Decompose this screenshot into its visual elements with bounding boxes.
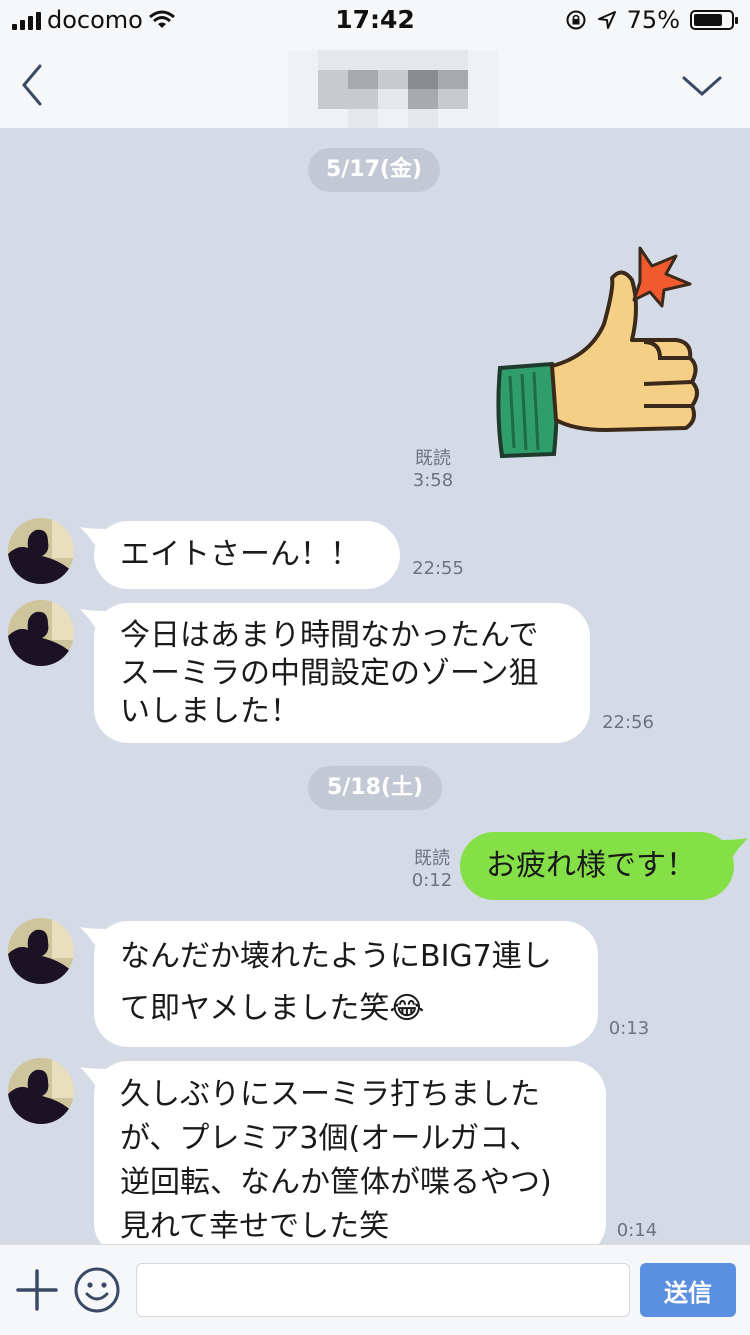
message-line: 見れて幸せでした笑 xyxy=(120,1209,390,1244)
message-input[interactable] xyxy=(136,1263,630,1317)
chat-title-redacted xyxy=(288,50,498,128)
plus-icon xyxy=(16,1269,58,1311)
person-silhouette-icon xyxy=(8,600,74,666)
message-bubble-sent[interactable]: お疲れ様です！ xyxy=(460,832,748,900)
status-bar: docomo 17:42 75% xyxy=(0,0,750,40)
message-meta: 既読 0:12 xyxy=(404,848,460,892)
message-time: 0:13 xyxy=(608,1018,650,1039)
message-line: 今日はあまり時間なかったんで xyxy=(120,618,539,653)
message-line: が、プレミア3個(オールガコ、 xyxy=(120,1121,540,1156)
avatar[interactable] xyxy=(8,600,74,666)
back-button[interactable] xyxy=(14,60,54,110)
laughing-emoji-icon: 😂 xyxy=(389,991,425,1026)
message-line: いしました！ xyxy=(120,694,300,729)
message-text: お疲れ様です！ xyxy=(486,848,696,883)
person-silhouette-icon xyxy=(8,918,74,984)
message-meta: 既読 3:58 xyxy=(404,448,462,492)
chat-header xyxy=(0,40,750,128)
message-time: 0:12 xyxy=(411,870,453,891)
plus-button[interactable] xyxy=(14,1267,60,1313)
message-bubble[interactable]: 久しぶりにスーミラ打ちました が、プレミア3個(オールガコ、 逆回転、なんか筐体… xyxy=(80,1061,606,1257)
chevron-down-icon xyxy=(682,76,722,97)
message-line: なんだか壊れたようにBIG7連し xyxy=(120,939,552,974)
date-separator: 5/17(金) xyxy=(308,148,440,192)
message-line: 久しぶりにスーミラ打ちました xyxy=(120,1077,540,1112)
read-receipt: 既読 xyxy=(415,448,451,469)
person-silhouette-icon xyxy=(8,518,74,584)
message-line: スーミラの中間設定のゾーン狙 xyxy=(120,656,539,691)
avatar[interactable] xyxy=(8,518,74,584)
message-text: エイトさーん！！ xyxy=(120,537,360,572)
message-time: 22:55 xyxy=(412,558,464,579)
chevron-left-icon xyxy=(22,64,42,106)
battery-icon xyxy=(690,10,738,30)
date-separator: 5/18(土) xyxy=(308,766,442,810)
message-time: 0:14 xyxy=(616,1220,658,1241)
message-bubble[interactable]: なんだか壊れたようにBIG7連し て即ヤメしました笑😂 xyxy=(80,921,598,1047)
message-time: 3:58 xyxy=(412,470,454,491)
thumbs-up-sticker[interactable] xyxy=(494,244,704,462)
battery-percent: 75% xyxy=(626,6,680,34)
message-line: 逆回転、なんか筐体が喋るやつ) xyxy=(120,1165,552,1200)
input-bar: 送信 xyxy=(0,1244,750,1335)
person-silhouette-icon xyxy=(8,1058,74,1124)
rotation-lock-icon xyxy=(566,10,586,30)
emoji-icon xyxy=(74,1267,120,1313)
send-button[interactable]: 送信 xyxy=(640,1263,736,1317)
avatar[interactable] xyxy=(8,918,74,984)
location-icon xyxy=(597,11,616,29)
header-menu-button[interactable] xyxy=(680,70,724,100)
emoji-button[interactable] xyxy=(72,1265,122,1315)
avatar[interactable] xyxy=(8,1058,74,1124)
message-time: 22:56 xyxy=(602,712,654,733)
read-receipt: 既読 xyxy=(414,848,450,869)
message-bubble[interactable]: エイトさーん！！ xyxy=(80,521,400,589)
message-bubble[interactable]: 今日はあまり時間なかったんで スーミラの中間設定のゾーン狙 いしました！ xyxy=(80,603,590,743)
message-line: て即ヤメしました笑 xyxy=(120,991,390,1026)
